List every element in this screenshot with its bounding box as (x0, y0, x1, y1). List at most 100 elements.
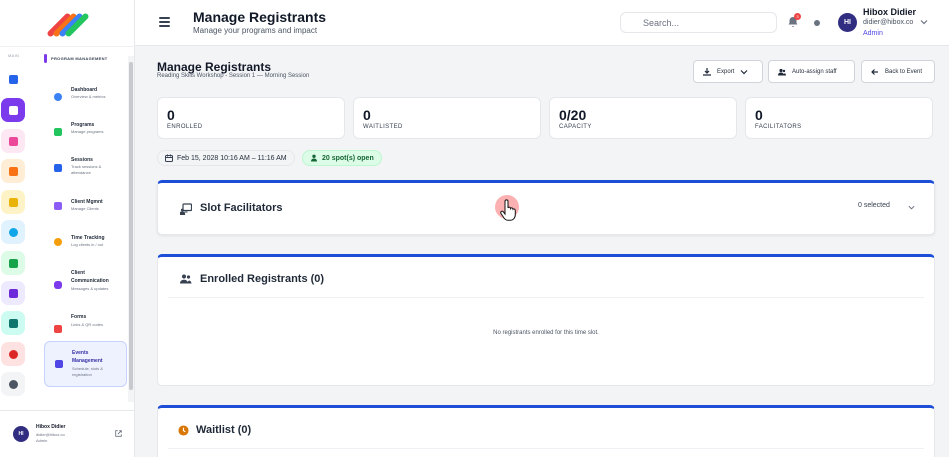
hamburger-icon[interactable] (159, 17, 170, 27)
chevron-down-icon[interactable] (908, 204, 915, 211)
external-link-icon[interactable] (115, 430, 122, 437)
calendar-icon (55, 360, 63, 368)
export-label: Export (717, 68, 735, 75)
slot-date: Feb 15, 2028 10:16 AM – 11:16 AM (177, 154, 287, 162)
sidebar-item-desc: Log clients in / out (71, 242, 104, 247)
sidebar-item-desc: attendance (71, 170, 91, 175)
section-accent-bar (44, 54, 47, 63)
panel-divider (168, 448, 924, 449)
chat-icon (54, 281, 62, 289)
back-to-event-button[interactable]: Back to Event (861, 60, 935, 83)
stat-value: 0 (363, 107, 371, 123)
auto-assign-label: Auto-assign staff (792, 68, 837, 75)
sidebar-profile[interactable]: HI Hibox Didier didier@hibox.co Admin (0, 410, 135, 457)
status-dot-icon (814, 20, 820, 26)
sidebar-item-label: Dashboard (71, 87, 98, 93)
section-title: PROGRAM MANAGEMENT (51, 56, 108, 61)
sidebar-scroll-thumb[interactable] (129, 62, 133, 390)
page-title: Manage Registrants (157, 60, 272, 74)
users-icon[interactable] (1, 311, 25, 335)
stat-label: WAITLISTED (363, 124, 403, 130)
leaf-icon[interactable] (1, 129, 25, 153)
hand-cursor-icon (495, 195, 519, 221)
sidebar-item-label: Time Tracking (71, 235, 105, 241)
auto-assign-staff-button[interactable]: Auto-assign staff (768, 60, 855, 83)
spots-open: 20 spot(s) open (322, 154, 374, 162)
user-name[interactable]: Hibox Didier (863, 7, 916, 17)
sidebar-item-label: Programs (71, 122, 95, 128)
stat-value: 0 (755, 107, 763, 123)
sidebar-item-client-communication[interactable]: Client Communication Messages & updates (44, 263, 127, 307)
sidebar-item-label: Management (72, 358, 103, 364)
sidebar-item-label: Forms (71, 314, 87, 320)
app-logo[interactable] (46, 8, 90, 42)
sidebar-item-desc: Links & QR codes (71, 322, 104, 327)
enrolled-registrants-title: Enrolled Registrants (0) (200, 273, 325, 285)
sidebar-item-desc: Messages & updates (71, 286, 109, 291)
stat-label: CAPACITY (559, 124, 592, 130)
sidebar-item-label: Events (72, 350, 89, 356)
stat-card-waitlisted: 0 WAITLISTED (353, 97, 541, 139)
user-email: didier@hibox.co (863, 19, 914, 26)
users-icon (778, 68, 786, 75)
stat-value: 0 (167, 107, 175, 123)
user-check-icon (311, 154, 317, 162)
stat-label: ENROLLED (167, 124, 203, 130)
download-icon (703, 67, 711, 76)
waitlist-panel: Waitlist (0) (157, 405, 935, 457)
calendar-icon (165, 154, 173, 162)
facilitators-selected-count[interactable]: 0 selected (858, 202, 890, 209)
sidebar-item-desc: Manage programs (71, 129, 104, 134)
pie-icon[interactable] (1, 342, 25, 366)
report-icon[interactable] (1, 281, 25, 305)
sitemap-icon[interactable] (1, 98, 25, 122)
sitemap-icon (54, 128, 62, 136)
users-icon (54, 202, 62, 210)
top-header: Manage Registrants Manage your programs … (135, 0, 949, 46)
empty-state-message: No registrants enrolled for this time sl… (493, 330, 599, 336)
waitlist-title: Waitlist (0) (196, 424, 252, 436)
chevron-down-icon (740, 69, 748, 74)
stat-card-capacity: 0/20 CAPACITY (549, 97, 737, 139)
slot-facilitators-title: Slot Facilitators (200, 202, 283, 214)
search-input[interactable] (620, 12, 777, 33)
sidebar-item-label: Client Mgmnt (71, 199, 103, 205)
ticket-icon[interactable] (1, 190, 25, 214)
presentation-icon (54, 164, 62, 172)
profile-email: didier@hibox.co (36, 432, 65, 437)
target-icon[interactable] (1, 220, 25, 244)
sidebar-item-time-tracking[interactable]: Time Tracking Log clients in / out (44, 220, 127, 264)
menu-label: MAIN (8, 53, 20, 58)
gauge-icon (54, 93, 62, 101)
sidebar-item-events-management[interactable]: Events Management Schedule, slots & regi… (44, 341, 127, 387)
notification-badge: 3 (794, 13, 801, 20)
clipboard-icon[interactable] (1, 159, 25, 183)
flow-icon[interactable] (1, 251, 25, 275)
home-icon[interactable] (1, 67, 25, 91)
spots-open-badge: 20 spot(s) open (302, 150, 382, 166)
sidebar-item-label: Communication (71, 278, 109, 284)
slot-date-chip: Feb 15, 2028 10:16 AM – 11:16 AM (157, 150, 295, 166)
section-header: PROGRAM MANAGEMENT (44, 54, 108, 63)
sidebar-divider (0, 46, 135, 47)
sidebar: MAIN PROGRAM MANAGEMENT Dashboard Overvi… (0, 0, 135, 457)
avatar[interactable]: HI (838, 13, 857, 32)
export-button[interactable]: Export (693, 60, 763, 83)
settings-icon[interactable] (1, 372, 25, 396)
back-label: Back to Event (885, 68, 923, 75)
clock-icon (54, 238, 62, 246)
clipboard-icon (54, 325, 62, 333)
avatar[interactable]: HI (13, 426, 29, 442)
chevron-down-icon[interactable] (920, 18, 928, 26)
stat-card-facilitators: 0 FACILITATORS (745, 97, 933, 139)
profile-name: Hibox Didier (36, 424, 66, 430)
enrolled-registrants-panel: Enrolled Registrants (0) No registrants … (157, 254, 935, 386)
header-title: Manage Registrants (193, 9, 327, 25)
page-subtitle: Reading Skills Workshop - Session 1 — Mo… (157, 73, 310, 79)
sidebar-item-label: Sessions (71, 157, 93, 163)
arrow-left-icon (871, 68, 878, 75)
presentation-icon (180, 203, 192, 215)
slot-facilitators-panel[interactable]: Slot Facilitators 0 selected (157, 180, 935, 235)
panel-divider (168, 297, 924, 298)
stat-card-enrolled: 0 ENROLLED (157, 97, 345, 139)
